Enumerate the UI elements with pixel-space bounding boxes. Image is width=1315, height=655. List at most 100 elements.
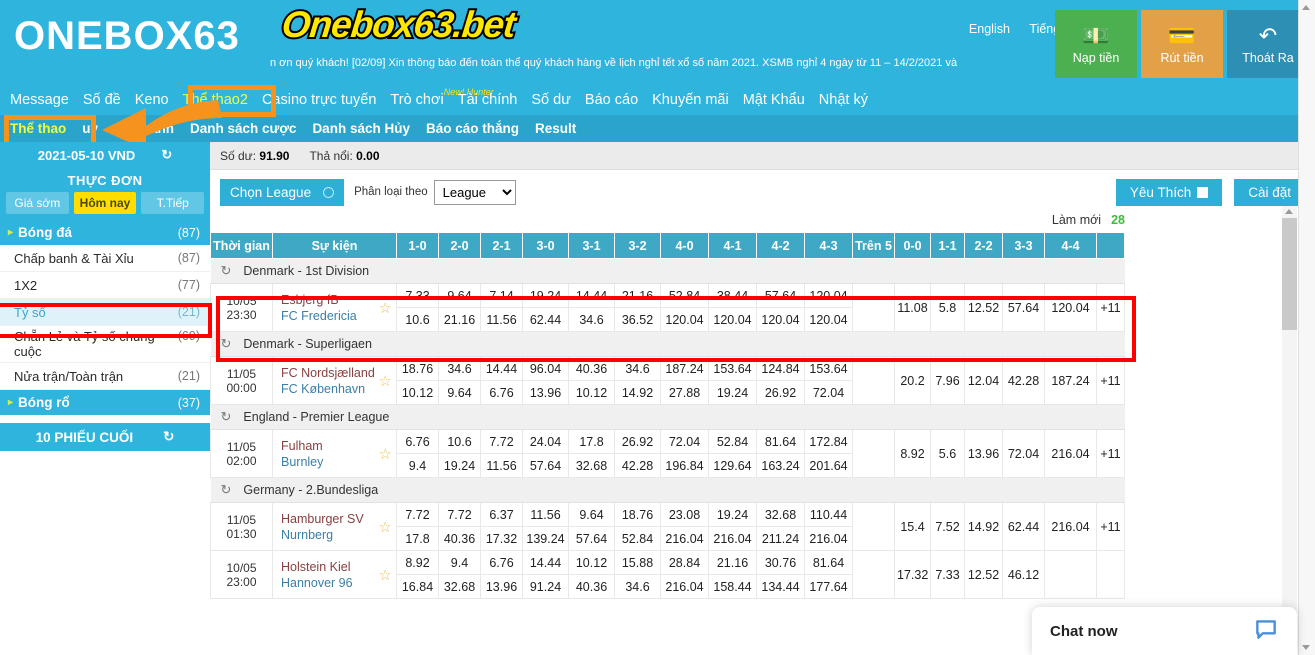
sidebar-item-1x2[interactable]: 1X2 (77): [0, 272, 210, 299]
odd-cell[interactable]: 129.64: [708, 453, 757, 478]
scroll-down-arrow-icon[interactable]: [1302, 645, 1310, 650]
more-odds-link[interactable]: +11: [1096, 429, 1125, 478]
subnav-item-ep-nhanh[interactable]: ếp nhanh: [114, 121, 174, 136]
favourite-star-icon-0[interactable]: ☆: [379, 299, 392, 317]
nav-item-so-de[interactable]: Số đề: [83, 92, 121, 108]
th-4-3[interactable]: 4-3: [804, 232, 853, 259]
odd-cell[interactable]: 196.84: [660, 453, 709, 478]
odd-cell[interactable]: 40.36: [568, 356, 615, 381]
draw-odd-cell[interactable]: 12.04: [964, 356, 1003, 405]
draw-odd-cell[interactable]: 72.04: [1002, 429, 1045, 478]
favourite-checkbox[interactable]: [1197, 186, 1209, 198]
th-4-4[interactable]: 4-4: [1044, 232, 1097, 259]
th-0-0[interactable]: 0-0: [894, 232, 931, 259]
odd-cell[interactable]: 10.6: [396, 307, 439, 332]
table-row[interactable]: 11/05 01:30 Hamburger SV Nurnberg ☆ 7.72…: [210, 502, 1125, 551]
nav-item-tro-choi[interactable]: Trò chơi New! Hunter: [390, 87, 493, 108]
odds-table-scroll[interactable]: Thời gian Sự kiện 1-0 2-0 2-1 3-0 3-1 3-…: [210, 232, 1315, 624]
odd-cell[interactable]: 120.04: [804, 307, 853, 332]
draw-odd-cell[interactable]: 62.44: [1002, 502, 1045, 551]
odd-cell[interactable]: 13.96: [480, 574, 523, 599]
sidebar-tab-t-tiep[interactable]: T.Tiếp: [141, 192, 205, 214]
draw-odd-cell[interactable]: 120.04: [1044, 283, 1097, 332]
odd-cell[interactable]: 18.76: [614, 502, 661, 527]
odd-cell[interactable]: 21.16: [708, 550, 757, 575]
draw-odd-cell[interactable]: 5.8: [930, 283, 965, 332]
odd-cell[interactable]: 57.64: [568, 526, 615, 551]
draw-odd-cell[interactable]: 216.04: [1044, 502, 1097, 551]
site-logo[interactable]: ONEBOX63: [14, 14, 240, 58]
league-header-row[interactable]: ↻ England - Premier League: [210, 404, 1125, 430]
odd-cell[interactable]: 6.76: [480, 380, 523, 405]
odd-cell[interactable]: 134.44: [756, 574, 805, 599]
odd-cell[interactable]: 40.36: [568, 574, 615, 599]
th-4-2[interactable]: 4-2: [756, 232, 805, 259]
odd-cell[interactable]: 18.76: [396, 356, 439, 381]
odd-cell[interactable]: 36.52: [614, 307, 661, 332]
over5-cell-2[interactable]: [852, 429, 895, 478]
odd-cell[interactable]: 11.56: [480, 307, 523, 332]
favourite-star-icon-1[interactable]: ☆: [379, 372, 392, 390]
odd-cell[interactable]: 9.64: [568, 502, 615, 527]
odd-cell[interactable]: 21.16: [438, 307, 481, 332]
odd-cell[interactable]: 153.64: [708, 356, 757, 381]
draw-odd-cell[interactable]: 17.32: [894, 550, 931, 599]
draw-odd-cell[interactable]: 216.04: [1044, 429, 1097, 478]
table-scroll-up-arrow-icon[interactable]: [1285, 209, 1293, 214]
odd-cell[interactable]: 13.96: [522, 380, 569, 405]
subnav-item-the-thao[interactable]: Thể thao: [10, 121, 66, 136]
odd-cell[interactable]: 32.68: [568, 453, 615, 478]
odd-cell[interactable]: 14.44: [568, 283, 615, 308]
draw-odd-cell[interactable]: 13.96: [964, 429, 1003, 478]
page-scrollbar[interactable]: [1298, 0, 1315, 655]
odd-cell[interactable]: 17.32: [480, 526, 523, 551]
draw-odd-cell[interactable]: 7.52: [930, 502, 965, 551]
more-odds-link[interactable]: +11: [1096, 502, 1125, 551]
draw-odd-cell[interactable]: 5.6: [930, 429, 965, 478]
odd-cell[interactable]: 7.72: [396, 502, 439, 527]
odd-cell[interactable]: 9.4: [438, 550, 481, 575]
th-3-3[interactable]: 3-3: [1002, 232, 1045, 259]
draw-odd-cell[interactable]: 7.33: [930, 550, 965, 599]
odd-cell[interactable]: 8.92: [396, 550, 439, 575]
favourite-star-icon-4[interactable]: ☆: [379, 566, 392, 584]
odd-cell[interactable]: 19.24: [522, 283, 569, 308]
chat-bubble-icon[interactable]: [1253, 616, 1279, 647]
odd-cell[interactable]: 124.84: [756, 356, 805, 381]
odd-cell[interactable]: 57.64: [522, 453, 569, 478]
subnav-item-danh-sach-cuoc[interactable]: Danh sách cược: [190, 121, 296, 136]
sidebar-item-nua-tran[interactable]: Nửa trận/Toàn trận (21): [0, 363, 210, 390]
nav-item-so-du[interactable]: Số dư: [531, 92, 571, 108]
table-scroll-thumb[interactable]: [1282, 218, 1297, 330]
odd-cell[interactable]: 7.14: [480, 283, 523, 308]
draw-odd-cell[interactable]: 11.08: [894, 283, 931, 332]
draw-odd-cell[interactable]: 7.96: [930, 356, 965, 405]
league-header-row[interactable]: ↻ Denmark - 1st Division: [210, 258, 1125, 284]
subnav-item-uy[interactable]: uy: [82, 121, 98, 136]
odd-cell[interactable]: 163.24: [756, 453, 805, 478]
odd-cell[interactable]: 34.6: [438, 356, 481, 381]
th-3-0[interactable]: 3-0: [522, 232, 569, 259]
draw-odd-cell[interactable]: 12.52: [964, 283, 1003, 332]
odd-cell[interactable]: 26.92: [614, 429, 661, 454]
odd-cell[interactable]: 19.24: [438, 453, 481, 478]
odd-cell[interactable]: 62.44: [522, 307, 569, 332]
odd-cell[interactable]: 32.68: [756, 502, 805, 527]
draw-odd-cell[interactable]: 14.92: [964, 502, 1003, 551]
more-odds-link[interactable]: [1096, 550, 1125, 599]
league-header-row[interactable]: ↻ Denmark - Superligaen: [210, 331, 1125, 357]
odd-cell[interactable]: 177.64: [804, 574, 853, 599]
odd-cell[interactable]: 216.04: [660, 526, 709, 551]
over5-cell-1[interactable]: [852, 356, 895, 405]
th-3-1[interactable]: 3-1: [568, 232, 615, 259]
odd-cell[interactable]: 17.8: [568, 429, 615, 454]
odd-cell[interactable]: 16.84: [396, 574, 439, 599]
odd-cell[interactable]: 158.44: [708, 574, 757, 599]
refresh-icon-league-0[interactable]: ↻: [221, 263, 232, 278]
odd-cell[interactable]: 7.72: [438, 502, 481, 527]
odd-cell[interactable]: 21.16: [614, 283, 661, 308]
table-row[interactable]: 10/05 23:00 Holstein Kiel Hannover 96 ☆: [210, 550, 1125, 599]
odd-cell[interactable]: 17.8: [396, 526, 439, 551]
th-tren-5[interactable]: Trên 5: [852, 232, 895, 259]
th-1-1[interactable]: 1-1: [930, 232, 965, 259]
